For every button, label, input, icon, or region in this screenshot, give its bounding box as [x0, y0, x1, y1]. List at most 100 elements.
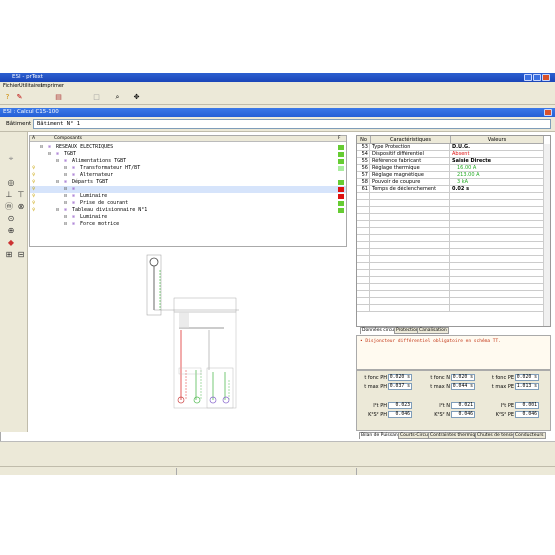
- tool-icon[interactable]: ✎: [15, 93, 24, 102]
- row-value[interactable]: [451, 291, 544, 298]
- table-row[interactable]: 58 Pouvoir de coupure 3 kA: [357, 179, 544, 186]
- move-icon[interactable]: ✥: [132, 93, 141, 102]
- table-row[interactable]: [357, 193, 544, 200]
- row-value[interactable]: [451, 200, 544, 207]
- minimize-button[interactable]: [524, 74, 532, 81]
- expand-icon[interactable]: ⊟: [64, 200, 67, 207]
- row-value[interactable]: [451, 298, 544, 305]
- expand-icon[interactable]: ⊟: [64, 172, 67, 179]
- tree-row[interactable]: ♀ ⊟ ⊗ Tableau divisionnaire N°1: [30, 207, 346, 214]
- table-row[interactable]: [357, 221, 544, 228]
- table-row[interactable]: [357, 249, 544, 256]
- row-value[interactable]: Absent: [451, 151, 544, 158]
- table-row[interactable]: [357, 270, 544, 277]
- source-icon[interactable]: ◎: [4, 178, 18, 188]
- menu-imprimer[interactable]: Imprimer: [41, 83, 64, 89]
- row-value[interactable]: [451, 305, 544, 312]
- tree-row[interactable]: ♀ ⊟ ⊗ Transformateur HT/BT: [30, 165, 346, 172]
- results-panel: t fonc PH 0.020 st fonc N 0.020 st fonc PE…: [356, 370, 551, 431]
- row-value[interactable]: 3 kA: [451, 179, 544, 186]
- print-icon[interactable]: ▤: [54, 93, 63, 102]
- tree-row[interactable]: ♀ ⊟ ⊗ Départs TGBT: [30, 179, 346, 186]
- expand-icon[interactable]: ⊟: [64, 221, 67, 228]
- expand-icon[interactable]: ⊟: [56, 158, 59, 165]
- help-icon[interactable]: ?: [3, 93, 12, 102]
- expand-icon[interactable]: ⊟: [48, 151, 51, 158]
- row-value[interactable]: [451, 256, 544, 263]
- expand-icon[interactable]: ⊟: [64, 214, 67, 221]
- eraser-icon[interactable]: ◆: [4, 238, 18, 248]
- row-value[interactable]: [451, 193, 544, 200]
- maximize-button[interactable]: [533, 74, 541, 81]
- row-value[interactable]: [451, 235, 544, 242]
- row-value[interactable]: 213.00 A: [451, 172, 544, 179]
- table-row[interactable]: [357, 256, 544, 263]
- panel-2-icon[interactable]: ⊟: [14, 250, 28, 260]
- table-row[interactable]: [357, 284, 544, 291]
- row-value[interactable]: [451, 277, 544, 284]
- tree-row[interactable]: ⊟ ⊗ RESEAUX ELECTRIQUES: [30, 144, 346, 151]
- table-row[interactable]: [357, 291, 544, 298]
- table-row[interactable]: 54 Dispositif différentiel Absent: [357, 151, 544, 158]
- table-row[interactable]: [357, 207, 544, 214]
- heater-icon[interactable]: ⊕: [4, 226, 18, 236]
- table-row[interactable]: 55 Référence fabricant Saisie Directe: [357, 158, 544, 165]
- table-row[interactable]: [357, 263, 544, 270]
- box-icon[interactable]: □: [92, 93, 101, 102]
- row-value[interactable]: [451, 263, 544, 270]
- table-row[interactable]: [357, 242, 544, 249]
- lamp-icon[interactable]: ⊗: [14, 202, 28, 212]
- table-row[interactable]: [357, 235, 544, 242]
- zoom-icon[interactable]: ⌕: [113, 93, 122, 102]
- bus-icon[interactable]: ⊤: [14, 190, 28, 200]
- table-row[interactable]: 61 Temps de déclenchement 0.02 s: [357, 186, 544, 193]
- row-value[interactable]: [451, 221, 544, 228]
- tree-row[interactable]: ♀ ⊟ ⊗ Luminaire: [30, 193, 346, 200]
- tree-row[interactable]: ⊟ ⊗ Force motrice: [30, 221, 346, 228]
- table-row[interactable]: [357, 228, 544, 235]
- table-row[interactable]: [357, 305, 544, 312]
- row-value[interactable]: [451, 270, 544, 277]
- table-row[interactable]: 56 Réglage thermique 16.00 A: [357, 165, 544, 172]
- row-value[interactable]: [451, 214, 544, 221]
- table-scrollbar[interactable]: [543, 144, 550, 326]
- tab-conducteurs[interactable]: Conducteurs: [513, 432, 546, 439]
- tree-row[interactable]: ♀ ⊟ ⊗: [30, 186, 346, 193]
- expand-icon[interactable]: ⊟: [56, 207, 59, 214]
- batiment-field[interactable]: Bâtiment N° 1: [33, 119, 551, 129]
- expand-icon[interactable]: ⊟: [64, 165, 67, 172]
- table-row[interactable]: [357, 200, 544, 207]
- row-value[interactable]: [451, 242, 544, 249]
- table-row[interactable]: [357, 277, 544, 284]
- table-row[interactable]: 53 Type Protection D.U.G.: [357, 144, 544, 151]
- row-value[interactable]: Saisie Directe: [451, 158, 544, 165]
- document-close-button[interactable]: [544, 109, 552, 116]
- row-value[interactable]: [451, 284, 544, 291]
- schematic-view[interactable]: [29, 250, 347, 432]
- row-value[interactable]: [451, 207, 544, 214]
- tree-row[interactable]: ⊟ ⊗ Alimentations TGBT: [30, 158, 346, 165]
- menu-utilitaires[interactable]: Utilitaires: [19, 83, 43, 89]
- tree-row[interactable]: ♀ ⊟ ⊗ Alternateur: [30, 172, 346, 179]
- row-value[interactable]: 0.02 s: [451, 186, 544, 193]
- row-value[interactable]: [451, 228, 544, 235]
- expand-icon[interactable]: ⊟: [40, 144, 43, 151]
- expand-icon[interactable]: ⊟: [56, 179, 59, 186]
- expand-icon[interactable]: ⊟: [64, 193, 67, 200]
- tree-row[interactable]: ♀ ⊟ ⊗ Prise de courant: [30, 200, 346, 207]
- table-row[interactable]: 57 Réglage magnétique 213.00 A: [357, 172, 544, 179]
- socket-icon[interactable]: ⊙: [4, 214, 18, 224]
- tree-row[interactable]: ⊟ ⊗ Luminaire: [30, 214, 346, 221]
- table-row[interactable]: [357, 298, 544, 305]
- tree-row[interactable]: ⊟ ⊗ TGBT: [30, 151, 346, 158]
- row-label: [371, 277, 450, 284]
- tab-canalisation[interactable]: Canalisation: [417, 327, 449, 334]
- row-value[interactable]: [451, 249, 544, 256]
- expand-icon[interactable]: ⊟: [64, 186, 67, 193]
- close-button[interactable]: [542, 74, 550, 81]
- menu-fichier[interactable]: Fichier: [3, 83, 19, 89]
- table-row[interactable]: [357, 214, 544, 221]
- network-icon[interactable]: ⌖: [4, 154, 18, 164]
- row-value[interactable]: D.U.G.: [451, 144, 544, 151]
- row-value[interactable]: 16.00 A: [451, 165, 544, 172]
